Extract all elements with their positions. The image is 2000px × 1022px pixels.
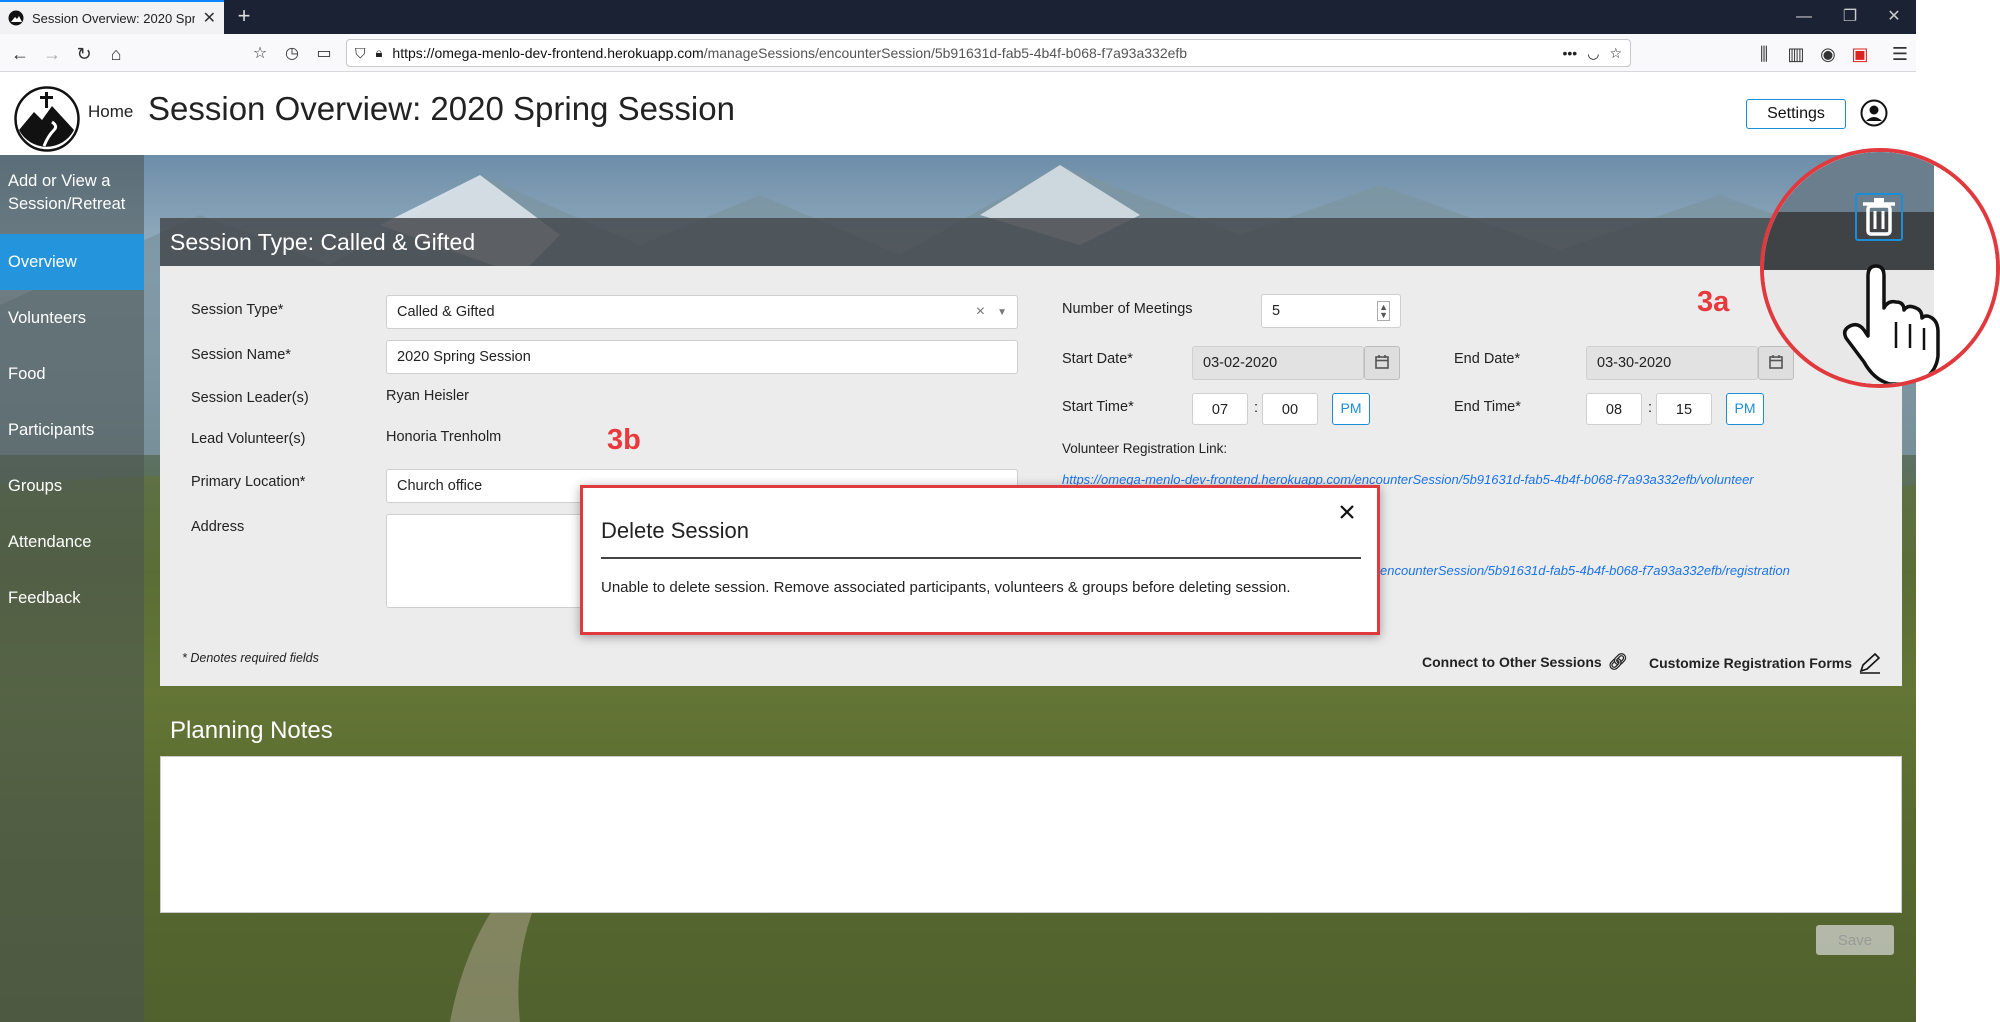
history-clock-icon[interactable]: ◷ xyxy=(280,42,304,66)
extension-icon[interactable]: ▣ xyxy=(1848,42,1872,66)
time-separator: : xyxy=(1254,400,1259,416)
participant-registration-link[interactable]: encounterSession/5b91631d-fab5-4b4f-b068… xyxy=(1380,563,1880,578)
sidebar-item-volunteers[interactable]: Volunteers xyxy=(0,290,144,346)
browser-tab[interactable]: Session Overview: 2020 Spring Session ✕ xyxy=(0,0,224,34)
sidebar-item-participants[interactable]: Participants xyxy=(0,402,144,458)
sidebar-item-label: Add or View a xyxy=(8,172,111,190)
planning-notes-textarea[interactable] xyxy=(160,756,1902,913)
required-fields-note: * Denotes required fields xyxy=(182,651,319,665)
minimize-window-icon[interactable]: — xyxy=(1784,4,1824,30)
page-title: Session Overview: 2020 Spring Session xyxy=(148,90,735,127)
start-date-input[interactable]: 03-02-2020 xyxy=(1192,346,1364,380)
session-card-title: Session Type: Called & Gifted xyxy=(160,218,1902,266)
sidebar-item-feedback[interactable]: Feedback xyxy=(0,570,144,626)
volunteer-link-label: Volunteer Registration Link: xyxy=(1062,441,1228,456)
calendar-icon xyxy=(1375,355,1389,369)
end-minute-input[interactable]: 15 xyxy=(1656,393,1712,425)
folder-icon[interactable]: ▭ xyxy=(312,42,336,66)
session-type-value: Called & Gifted xyxy=(397,304,495,320)
link-chain-icon: 🔗︎ xyxy=(1607,654,1629,671)
sidebar-item-label: Session/Retreat xyxy=(8,195,126,213)
start-hour-input[interactable]: 07 xyxy=(1192,393,1248,425)
restore-window-icon[interactable]: ❐ xyxy=(1830,4,1870,30)
back-arrow-icon[interactable]: ← xyxy=(8,42,32,66)
delete-session-modal: Delete Session Unable to delete session.… xyxy=(580,485,1380,635)
annotation-label-3a: 3a xyxy=(1697,286,1730,318)
browser-tab-strip xyxy=(0,0,1916,34)
number-of-meetings-input[interactable]: 5 ▲ ▼ xyxy=(1261,294,1401,328)
session-name-label: Session Name* xyxy=(191,347,291,363)
account-icon[interactable]: ◉ xyxy=(1816,42,1840,66)
end-date-label: End Date* xyxy=(1454,351,1521,367)
primary-location-label: Primary Location* xyxy=(191,474,306,490)
pencil-icon xyxy=(1859,652,1881,674)
session-leaders-value: Ryan Heisler xyxy=(386,388,469,404)
start-time-label: Start Time* xyxy=(1062,399,1134,415)
lock-icon[interactable]: 🔒︎ xyxy=(376,45,383,61)
connect-sessions-link[interactable]: Connect to Other Sessions 🔗︎ xyxy=(1422,652,1628,672)
settings-button[interactable]: Settings xyxy=(1746,99,1846,129)
library-icon[interactable]: ⫼ xyxy=(1752,42,1776,66)
modal-title: Delete Session xyxy=(601,518,749,543)
home-link[interactable]: Home xyxy=(88,102,133,122)
session-name-input[interactable] xyxy=(386,340,1018,374)
end-time-label: End Time* xyxy=(1454,399,1521,415)
shield-icon[interactable]: ⛉ xyxy=(355,45,366,62)
modal-message: Unable to delete session. Remove associa… xyxy=(601,579,1291,596)
close-tab-icon[interactable]: ✕ xyxy=(203,8,216,28)
customize-forms-link[interactable]: Customize Registration Forms xyxy=(1649,652,1882,674)
start-ampm-toggle[interactable]: PM xyxy=(1332,393,1370,425)
end-hour-input[interactable]: 08 xyxy=(1586,393,1642,425)
home-icon[interactable]: ⌂ xyxy=(104,42,128,66)
number-of-meetings-label: Number of Meetings xyxy=(1062,301,1193,317)
user-avatar-icon[interactable] xyxy=(1860,99,1888,127)
number-spinner-icon[interactable]: ▲ ▼ xyxy=(1377,301,1390,321)
lead-volunteers-value: Honoria Trenholm xyxy=(386,429,502,445)
address-label: Address xyxy=(191,519,245,535)
zoom-callout xyxy=(1760,148,2000,388)
end-ampm-toggle[interactable]: PM xyxy=(1726,393,1764,425)
start-minute-input[interactable]: 00 xyxy=(1262,393,1318,425)
close-window-icon[interactable]: ✕ xyxy=(1874,4,1914,30)
forward-arrow-icon[interactable]: → xyxy=(40,42,64,66)
modal-divider xyxy=(601,557,1361,559)
chevron-down-icon[interactable]: ▼ xyxy=(997,307,1007,318)
planning-notes-title: Planning Notes xyxy=(170,717,333,744)
site-favicon-icon xyxy=(8,10,24,26)
pocket-icon[interactable]: ◡ xyxy=(1587,45,1599,62)
sidebar-item-groups[interactable]: Groups xyxy=(0,458,144,514)
browser-tab-title: Session Overview: 2020 Spring Session xyxy=(32,10,195,26)
sidebar-item-attendance[interactable]: Attendance xyxy=(0,514,144,570)
clear-selection-icon[interactable]: × xyxy=(976,303,985,321)
close-icon[interactable] xyxy=(1335,500,1359,524)
page-actions-menu-icon[interactable]: ••• xyxy=(1563,45,1578,61)
sidebar-item-add-session[interactable]: Add or View a Session/Retreat xyxy=(0,170,144,226)
hamburger-menu-icon[interactable]: ☰ xyxy=(1888,42,1912,66)
primary-location-value: Church office xyxy=(397,478,483,494)
end-date-input[interactable]: 03-30-2020 xyxy=(1586,346,1758,380)
number-of-meetings-value: 5 xyxy=(1272,303,1281,319)
reload-icon[interactable]: ↻ xyxy=(72,42,96,66)
sidebar-item-food[interactable]: Food xyxy=(0,346,144,402)
url-text: https://omega-menlo-dev-frontend.herokua… xyxy=(392,45,1188,61)
sidebar-nav: Add or View a Session/Retreat Overview V… xyxy=(0,155,144,1022)
sidebar-item-overview[interactable]: Overview xyxy=(0,234,144,290)
start-date-calendar-button[interactable] xyxy=(1364,346,1400,380)
session-leaders-label: Session Leader(s) xyxy=(191,390,309,406)
bookmark-star-plus-icon[interactable]: ☆ xyxy=(248,42,272,66)
bookmark-star-icon[interactable]: ☆ xyxy=(1609,45,1622,62)
annotation-label-3b: 3b xyxy=(607,424,641,456)
lead-volunteers-label: Lead Volunteer(s) xyxy=(191,431,306,447)
logo-icon[interactable] xyxy=(14,86,80,152)
save-button[interactable]: Save xyxy=(1816,925,1894,955)
new-tab-button[interactable]: + xyxy=(232,5,256,29)
zoomed-delete-area xyxy=(1764,152,1996,384)
start-date-label: Start Date* xyxy=(1062,351,1133,367)
session-type-select[interactable]: Called & Gifted × ▼ xyxy=(386,295,1018,329)
sidebar-toggle-icon[interactable]: ▥ xyxy=(1784,42,1808,66)
session-type-label: Session Type* xyxy=(191,302,284,318)
time-separator: : xyxy=(1648,400,1653,416)
address-bar[interactable]: ⛉ 🔒︎ https://omega-menlo-dev-frontend.he… xyxy=(346,39,1631,67)
